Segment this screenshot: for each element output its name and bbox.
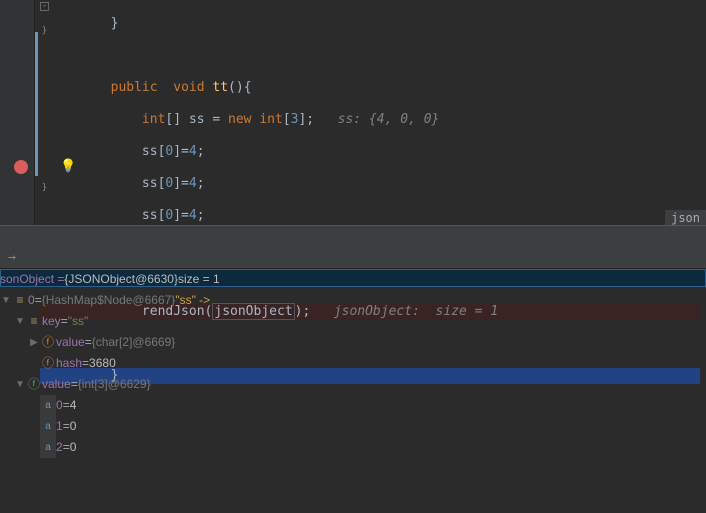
debug-node-key[interactable]: ▼ ≡ key = "ss" [0,311,706,332]
var-name: 0 [56,395,63,416]
tree-toggle-icon[interactable]: ▼ [14,311,26,332]
inline-hint: ss: {4, 0, 0} [338,112,440,127]
equals: = [61,311,68,332]
var-value: 0 [70,437,77,458]
var-type: {HashMap$Node@6667} [42,290,176,311]
var-value: {char[2]@6669} [92,332,176,353]
code-line: ]= [173,208,189,223]
equals: = [82,353,89,374]
field-icon: ≡ [26,311,42,332]
debug-node-entry[interactable]: ▼ ≡ 0 = {HashMap$Node@6667} "ss" -> [0,290,706,311]
code-line: [] ss = [165,112,228,127]
equals: = [85,332,92,353]
var-name: 2 [56,437,63,458]
keyword: public [111,80,158,95]
code-line: ss[ [48,144,165,159]
var-value: {int[3]@6629} [78,374,151,395]
object-icon: ≡ [12,290,28,311]
code-line: ss[ [48,176,165,191]
var-name: 1 [56,416,63,437]
code-line: ]= [173,144,189,159]
code-editor[interactable]: - } } 💡 } public void tt(){ int[] ss = n… [0,0,706,225]
field-icon: ⓕ [40,332,56,353]
breakpoint-icon[interactable] [14,160,28,174]
var-value: 0 [70,416,77,437]
var-name: value [56,332,85,353]
equals: = [63,437,70,458]
change-strip [35,32,38,176]
array-index-icon: a [40,437,56,458]
debug-node-key-value[interactable]: ▶ ⓕ value = {char[2]@6669} [0,332,706,353]
equals: = [63,416,70,437]
debug-node-arr-2[interactable]: a 2 = 0 [0,437,706,458]
number: 4 [189,208,197,223]
method-name: tt [212,80,228,95]
var-name: value [42,374,71,395]
debug-node-arr-1[interactable]: a 1 = 0 [0,416,706,437]
gutter[interactable] [0,0,35,225]
debug-node-value[interactable]: ▼ ⓕ value = {int[3]@6629} [0,374,706,395]
number: 4 [189,144,197,159]
var-name: hash [56,353,82,374]
breadcrumb-text: json [671,211,700,225]
code-line: (){ [228,80,251,95]
var-value: 3680 [89,353,116,374]
equals: = [63,395,70,416]
var-type: {JSONObject@6630} [64,269,178,290]
array-index-icon: a [40,395,56,416]
var-name: key [42,311,61,332]
tree-toggle-icon[interactable]: ▼ [0,290,12,311]
tree-toggle-icon[interactable]: ▼ [14,374,26,395]
debug-variables-tree[interactable]: sonObject = {JSONObject@6630} size = 1 ▼… [0,269,706,458]
debug-node-hash[interactable]: ⓕ hash = 3680 [0,353,706,374]
var-name: sonObject = [0,269,64,290]
var-value: size = 1 [178,269,220,290]
code-line: } [48,16,118,31]
number: 4 [189,176,197,191]
keyword: new [228,112,251,127]
field-icon: ⓕ [40,353,56,374]
code-line: ss[ [48,208,165,223]
var-value: 4 [70,395,77,416]
var-name: 0 [28,290,35,311]
breadcrumb[interactable]: json [665,210,706,226]
type: int [252,112,283,127]
var-value: "ss" -> [175,290,210,311]
array-index-icon: a [40,416,56,437]
tree-toggle-icon[interactable]: ▶ [28,332,40,353]
debug-node-arr-0[interactable]: a 0 = 4 [0,395,706,416]
type: int [142,112,165,127]
code-line: ]= [173,176,189,191]
code-line: ]; [298,112,314,127]
equals: = [35,290,42,311]
var-value: "ss" [68,311,89,332]
keyword: void [173,80,204,95]
equals: = [71,374,78,395]
field-icon: ⓕ [26,374,42,395]
expand-arrow-icon[interactable]: → [8,250,16,265]
debug-toolbar [0,229,706,269]
debug-node-root[interactable]: sonObject = {JSONObject@6630} size = 1 [0,269,706,290]
